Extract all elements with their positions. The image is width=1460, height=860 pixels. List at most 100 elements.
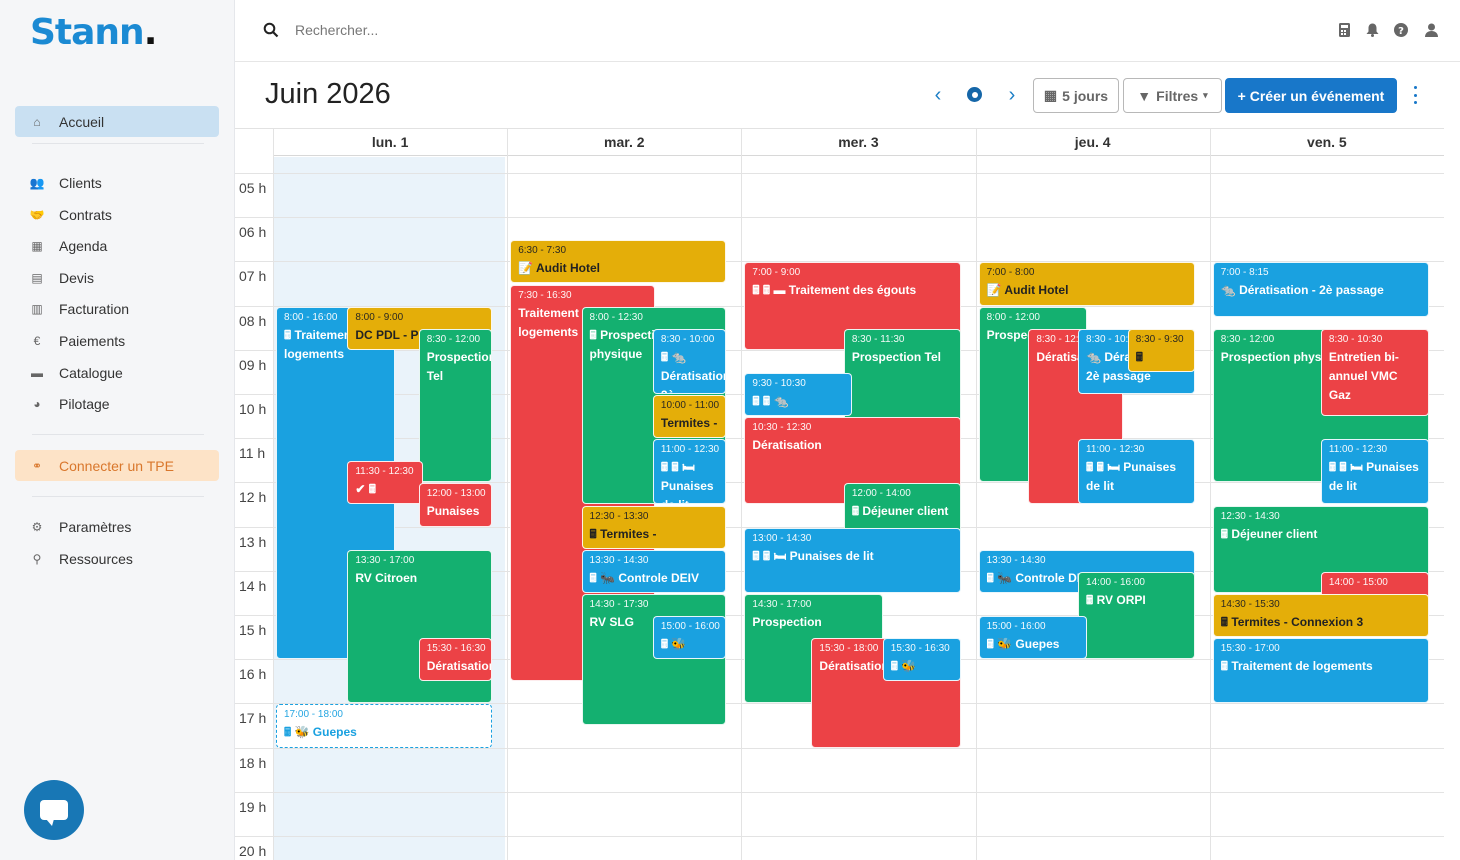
chat-button[interactable] [24, 780, 84, 840]
handshake-icon: 🤝 [29, 207, 45, 222]
day-header[interactable]: lun. 1 [273, 129, 508, 156]
day-header[interactable]: mer. 3 [741, 129, 976, 156]
calendar-event[interactable]: 10:00 - 11:00 Termites - Connexion [652, 395, 727, 439]
day-header[interactable]: ven. 5 [1209, 129, 1444, 156]
more-options-icon[interactable] [1411, 86, 1419, 104]
sidebar-item-label: Pilotage [59, 395, 110, 412]
calendar-event[interactable]: 15:30 - 16:30 Dératisation [418, 638, 493, 682]
calendar-event[interactable]: 7:00 - 8:15 🐀 Dératisation - 2è passage [1212, 262, 1429, 317]
calendar-event[interactable]: 8:30 - 10:00 🖩 🐀 Dératisation 2è [652, 328, 727, 394]
sidebar-item-label: Agenda [59, 237, 108, 254]
euro-icon: € [33, 333, 41, 348]
event-title: 🖩 🖩 🛏 Punaises de lit [1328, 460, 1419, 494]
sidebar-item-agenda[interactable]: ▦ Agenda [15, 230, 219, 261]
calendar-event[interactable]: 7:00 - 8:00 📝 Audit Hotel [978, 262, 1195, 306]
event-time: 14:00 - 15:00 [1328, 576, 1388, 588]
sidebar-item-contrats[interactable]: 🤝 Contrats [15, 199, 219, 230]
calendar-event[interactable]: 11:30 - 12:30 ✔ 🖩 Dératisation [347, 461, 423, 505]
calendar-event[interactable]: 9:30 - 10:30 🖩 🖩 🐀 Dératisation [744, 372, 853, 417]
event-time: 12:00 - 13:00 [426, 488, 486, 500]
event-title: 🖩 🖩 🛏 Punaises de lit [1086, 460, 1176, 494]
event-time: 12:30 - 13:30 [589, 510, 649, 522]
calendar-event[interactable]: 15:30 - 16:30 🖩 🐝 [882, 638, 961, 682]
hour-label: 17 h [239, 710, 267, 727]
calendar-event[interactable]: 14:30 - 17:30 RV SLG [581, 593, 727, 726]
sidebar-item-facturation[interactable]: ▥ Facturation [15, 293, 219, 324]
calendar-event[interactable]: 14:30 - 15:30 🖩 Termites - Connexion 3 [1212, 593, 1429, 638]
calculator-icon: ▤ [31, 270, 43, 285]
sidebar-item-clients[interactable]: 👥 Clients [15, 167, 219, 198]
next-week-button[interactable]: › [1002, 84, 1022, 107]
hour-label: 15 h [239, 622, 267, 638]
event-title: 🖩 🐝 [890, 659, 917, 674]
calendar-event[interactable]: 15:30 - 17:00 🖩 Traitement de logements [1212, 638, 1429, 704]
hour-line [235, 217, 1444, 219]
help-icon[interactable]: ? [1393, 21, 1409, 39]
prev-week-button[interactable]: ‹ [928, 84, 948, 107]
calendar-event[interactable]: 12:30 - 13:30 🖩 Termites - Connexion [581, 505, 727, 549]
sidebar-item-connecter-un-tpe[interactable]: ⚭ Connecter un TPE [15, 450, 219, 481]
day-header[interactable]: mar. 2 [507, 129, 742, 156]
sidebar-divider [32, 143, 204, 144]
chat-bubble-icon [40, 800, 68, 826]
sidebar-item-label: Contrats [59, 206, 112, 223]
stann-logo[interactable]: Stann. [30, 12, 157, 53]
calendar-event[interactable]: 13:30 - 14:30 🖩 🐜 Controle DEIV [581, 549, 727, 593]
calendar-event[interactable]: 8:30 - 10:30 Entretien bi-annuel VMC Gaz [1320, 328, 1429, 417]
day-column-divider [507, 129, 509, 860]
hour-line [235, 791, 1444, 793]
calendar-event[interactable]: 13:00 - 14:30 🖩 🖩 🛏 Punaises de lit [744, 527, 961, 593]
bell-icon[interactable] [1364, 21, 1380, 39]
calendar-event[interactable]: 15:00 - 16:00 🖩 🐝 [652, 616, 727, 660]
sidebar-item-devis[interactable]: ▤ Devis [15, 262, 219, 293]
event-title: Prospection Tel [426, 349, 493, 383]
sidebar-item-accueil[interactable]: ⌂ Accueil [15, 106, 219, 137]
hour-label: 16 h [239, 666, 267, 683]
filters-button[interactable]: ▼ Filtres ▾ [1123, 78, 1222, 113]
calculator-icon[interactable] [1336, 21, 1352, 39]
event-title: 🖩 🐜 Controle DEIV [589, 570, 700, 585]
sidebar-item-pilotage[interactable]: ◕ Pilotage [15, 388, 219, 419]
calendar-event[interactable]: 11:00 - 12:30 🖩 🖩 🛏 Punaises de lit [652, 439, 727, 505]
event-time: 15:30 - 16:30 [426, 643, 486, 655]
sidebar-item-ressources[interactable]: ⚲ Ressources [15, 543, 219, 574]
caret-down-icon: ▾ [1203, 90, 1208, 100]
event-title: 🖩 Traitement de logements [1220, 659, 1373, 674]
event-time: 8:00 - 9:00 [355, 311, 404, 323]
event-time: 12:30 - 14:30 [1220, 510, 1280, 522]
event-time: 14:30 - 17:30 [589, 598, 649, 610]
calendar-event[interactable]: 8:30 - 12:00 Prospection Tel [418, 328, 493, 483]
calendar-event[interactable]: 14:00 - 16:00 🖩 RV ORPI [1078, 571, 1195, 660]
event-title: 🖩 Termites - Connexion [589, 526, 657, 548]
calendar-event[interactable]: 15:00 - 16:00 🖩 🐝 Guepes [978, 616, 1087, 660]
event-title: Prospection Tel [851, 349, 941, 364]
calendar-event[interactable]: 6:30 - 7:30 📝 Audit Hotel [510, 240, 727, 284]
event-time: 14:30 - 15:30 [1220, 598, 1280, 610]
calendar-event[interactable]: 11:00 - 12:30 🖩 🖩 🛏 Punaises de lit [1078, 439, 1195, 505]
view-select-button[interactable]: ▦ 5 jours [1033, 78, 1119, 113]
event-time: 11:00 - 12:30 [1328, 444, 1388, 456]
sidebar-item-param-tres[interactable]: ⚙ Paramètres [15, 511, 219, 542]
calendar-event[interactable]: 12:00 - 13:00 Punaises [418, 483, 493, 527]
event-title: Termites - Connexion [660, 416, 723, 437]
calendar-event[interactable]: 8:30 - 9:30 🖩 [1127, 328, 1195, 372]
page-title: Juin 2026 [265, 78, 391, 110]
sidebar-item-catalogue[interactable]: ▬ Catalogue [15, 357, 219, 388]
svg-text:?: ? [1398, 26, 1404, 37]
sidebar-divider [32, 496, 204, 497]
event-title: ✔ 🖩 Dératisation [355, 482, 422, 503]
sidebar-item-label: Catalogue [59, 364, 123, 381]
search-input[interactable] [295, 18, 595, 42]
calendar-event[interactable]: 11:00 - 12:30 🖩 🖩 🛏 Punaises de lit [1320, 439, 1429, 505]
today-button[interactable] [967, 87, 982, 102]
calendar-event[interactable]: 17:00 - 18:00 🖩 🐝 Guepes [276, 704, 493, 748]
hour-label: 07 h [239, 268, 267, 285]
home-icon: ⌂ [33, 114, 41, 129]
day-header[interactable]: jeu. 4 [975, 129, 1210, 156]
hour-label: 12 h [239, 489, 267, 506]
create-event-button[interactable]: + Créer un événement [1225, 78, 1397, 113]
day-column-divider [1209, 129, 1211, 860]
user-icon[interactable] [1423, 21, 1439, 39]
sidebar-item-paiements[interactable]: € Paiements [15, 325, 219, 356]
event-time: 14:00 - 16:00 [1086, 576, 1145, 588]
